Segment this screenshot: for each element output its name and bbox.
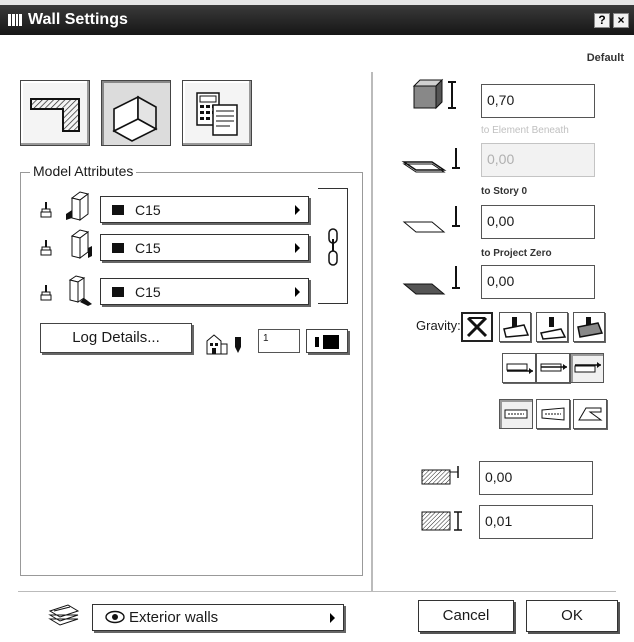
wall-3d-icon — [112, 95, 158, 142]
reference-line-inside-button[interactable] — [570, 353, 604, 383]
wall-thickness-field[interactable]: 0,01 — [479, 505, 593, 539]
pen-icon — [235, 337, 241, 353]
floor-plan-icon — [30, 98, 80, 132]
wall-thickness-icon — [421, 511, 462, 531]
polygonal-wall-button[interactable] — [573, 399, 607, 429]
straight-wall-icon — [504, 409, 528, 419]
to-element-beneath-field[interactable]: 0,00 — [481, 143, 595, 177]
to-project-zero-field[interactable]: 0,00 — [481, 265, 595, 299]
ok-button[interactable]: OK — [526, 600, 618, 632]
gravity-roof-icon — [503, 317, 530, 338]
wall-height-icon — [412, 78, 456, 110]
trapezoid-wall-button[interactable] — [536, 399, 570, 429]
wall-face-side-icon — [68, 275, 92, 306]
popup-arrow-icon — [295, 287, 300, 297]
wall-face-left-icon — [66, 191, 90, 221]
close-button[interactable]: × — [613, 13, 629, 28]
layer-popup[interactable]: Exterior walls — [92, 604, 344, 631]
material-swatch — [112, 287, 124, 297]
window-title: Wall Settings — [28, 11, 128, 28]
gravity-slab-icon — [540, 317, 567, 340]
to-story-field[interactable]: 0,00 — [481, 205, 595, 239]
popup-arrow-icon — [295, 205, 300, 215]
calculator-document-icon — [196, 92, 238, 136]
pane-divider — [371, 72, 373, 592]
wall-offset-icon — [421, 466, 459, 485]
wall-face-right-icon — [70, 229, 92, 259]
eye-icon — [105, 610, 125, 624]
wall-tool-icon — [8, 14, 22, 26]
material-name: C15 — [135, 202, 161, 218]
to-element-beneath-label: to Element Beneath — [481, 125, 569, 136]
pen-number-field[interactable]: 1 — [258, 329, 300, 353]
material-name: C15 — [135, 240, 161, 256]
no-gravity-icon — [466, 316, 488, 338]
pen-color-button[interactable] — [306, 329, 348, 353]
paintbrush-icon — [40, 202, 52, 218]
wall-offset-field[interactable]: 0,00 — [479, 461, 593, 495]
model-attributes-title: Model Attributes — [30, 163, 137, 179]
reference-line-outside-button[interactable] — [502, 353, 536, 383]
material-name: C15 — [135, 284, 161, 300]
gravity-off-button[interactable] — [461, 312, 493, 342]
polygonal-wall-icon — [578, 407, 603, 421]
log-details-button[interactable]: Log Details... — [40, 323, 192, 353]
bottom-to-story-icon — [402, 206, 460, 233]
model-tab[interactable] — [101, 80, 171, 146]
gravity-slab-button[interactable] — [536, 312, 568, 342]
popup-arrow-icon — [295, 243, 300, 253]
building-icon — [206, 334, 228, 355]
gravity-mesh-icon — [577, 317, 604, 338]
straight-wall-button[interactable] — [499, 399, 533, 429]
to-project-zero-label: to Project Zero — [481, 248, 552, 259]
popup-arrow-icon — [330, 613, 335, 623]
floor-plan-tab[interactable] — [20, 80, 90, 146]
layers-icon — [48, 604, 80, 626]
layer-name: Exterior walls — [129, 609, 219, 626]
material-popup-side[interactable]: C15 — [100, 278, 309, 305]
listing-tab[interactable] — [182, 80, 252, 146]
cancel-button[interactable]: Cancel — [418, 600, 514, 632]
gravity-label: Gravity: — [416, 318, 461, 333]
gravity-mesh-button[interactable] — [573, 312, 605, 342]
material-swatch — [112, 243, 124, 253]
to-story-label: to Story 0 — [481, 186, 528, 197]
wall-height-field[interactable]: 0,70 — [481, 84, 595, 118]
ref-line-outside-icon — [506, 363, 533, 374]
ref-line-center-icon — [540, 363, 567, 372]
bottom-to-element-icon — [401, 148, 460, 173]
ref-line-inside-icon — [574, 362, 601, 373]
chain-link-icon[interactable] — [327, 227, 339, 267]
trapezoid-wall-icon — [541, 407, 565, 421]
default-label: Default — [586, 52, 624, 64]
reference-line-center-button[interactable] — [536, 353, 570, 383]
title-bar[interactable]: Wall Settings ? × — [0, 5, 634, 35]
footer-divider — [18, 591, 616, 592]
material-popup-right[interactable]: C15 — [100, 234, 309, 261]
help-button[interactable]: ? — [594, 13, 610, 28]
paintbrush-icon — [40, 240, 52, 256]
gravity-roof-button[interactable] — [499, 312, 531, 342]
paintbrush-icon — [40, 285, 52, 301]
material-swatch — [112, 205, 124, 215]
bottom-to-project-zero-icon — [402, 266, 460, 295]
material-popup-left[interactable]: C15 — [100, 196, 309, 223]
